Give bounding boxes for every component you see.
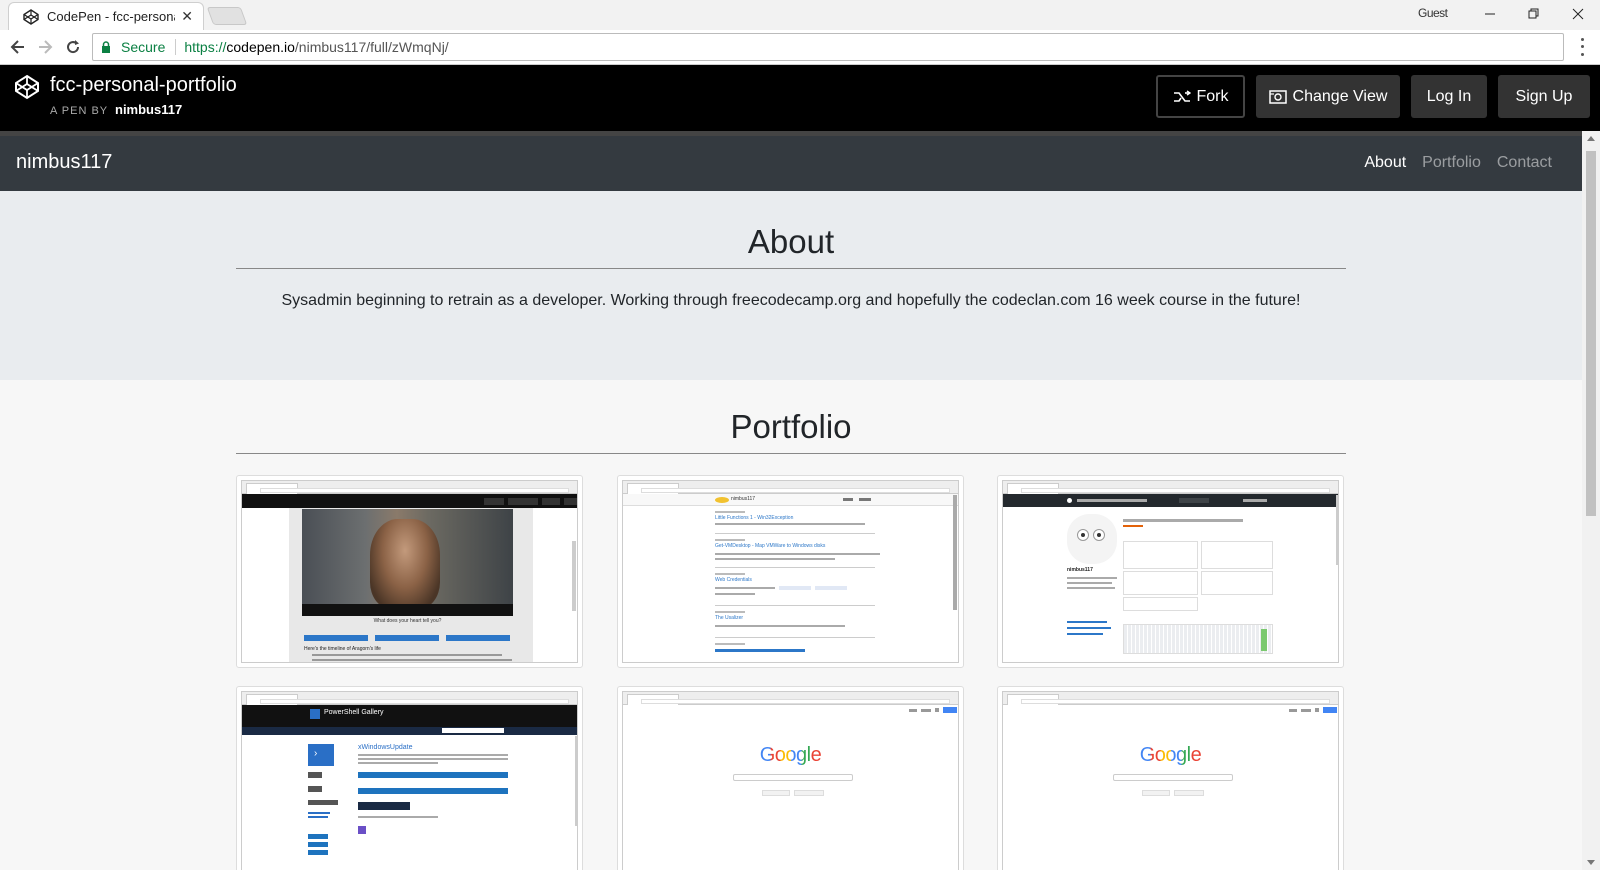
blog-post-title: The Usalizer xyxy=(715,615,744,621)
google-logo-text: Google xyxy=(759,744,822,766)
author-link[interactable]: nimbus117 xyxy=(115,102,182,117)
codepen-header: fcc-personal-portfolio A PEN BY nimbus11… xyxy=(0,65,1600,131)
google-logo-text: Google xyxy=(1139,744,1202,766)
browser-menu-icon[interactable] xyxy=(1574,36,1590,58)
portfolio-section: Portfolio What does your heart tell you?… xyxy=(0,380,1582,870)
pen-byline: A PEN BY nimbus117 xyxy=(50,102,182,117)
signup-button[interactable]: Sign Up xyxy=(1498,75,1590,118)
google-logo: Google xyxy=(1003,744,1338,767)
browser-tab[interactable]: CodePen - fcc-personal-portfolio ✕ xyxy=(8,2,204,30)
change-view-button[interactable]: Change View xyxy=(1256,75,1400,118)
byline-label: A PEN BY xyxy=(50,105,108,117)
portfolio-thumbnail: What does your heart tell you? Here's th… xyxy=(241,480,578,663)
browser-tab-bar: CodePen - fcc-personal-portfolio ✕ Guest xyxy=(0,0,1600,30)
minimize-icon[interactable] xyxy=(1468,2,1512,26)
url-protocol: https:// xyxy=(184,39,227,55)
tab-title: CodePen - fcc-personal-portfolio xyxy=(47,9,176,24)
google-logo: Google xyxy=(623,744,958,767)
fork-icon xyxy=(1173,89,1191,104)
lock-icon xyxy=(102,41,110,53)
profile-label[interactable]: Guest xyxy=(1418,6,1448,20)
new-tab-button[interactable] xyxy=(206,7,248,25)
url-input[interactable]: Secure https:// codepen.io /nimbus117/fu… xyxy=(92,33,1564,61)
portfolio-thumbnail: nimbus117 Little Functions 1 - Win32Exce… xyxy=(622,480,959,663)
nav-about[interactable]: About xyxy=(1364,154,1406,172)
scrollbar-thumb[interactable] xyxy=(1586,151,1596,516)
tribute-timeline: Here's the timeline of Aragorn's life xyxy=(304,646,381,652)
omnibox-divider xyxy=(175,39,177,55)
portfolio-card[interactable]: Google xyxy=(997,686,1344,870)
portfolio-thumbnail: PowerShell Gallery › xWindowsUpdate xyxy=(241,691,578,870)
portfolio-card[interactable]: nimbus117 Little Functions 1 - Win32Exce… xyxy=(617,475,964,668)
about-text: Sysadmin beginning to retrain as a devel… xyxy=(281,292,1301,309)
close-window-icon[interactable] xyxy=(1556,2,1600,26)
blog-post-title: Get-VMDesktop - Map VMWare to Windows di… xyxy=(715,543,826,549)
blog-brand: nimbus117 xyxy=(731,496,756,502)
pen-preview: nimbus117 About Portfolio Contact About … xyxy=(0,136,1582,870)
reload-icon[interactable] xyxy=(61,35,85,59)
portfolio-card[interactable]: PowerShell Gallery › xWindowsUpdate xyxy=(236,686,583,870)
tribute-caption: What does your heart tell you? xyxy=(373,618,442,624)
portfolio-rule xyxy=(236,453,1346,454)
login-button[interactable]: Log In xyxy=(1411,75,1487,118)
psg-title: PowerShell Gallery xyxy=(324,709,384,716)
address-bar-row: Secure https:// codepen.io /nimbus117/fu… xyxy=(0,30,1600,65)
psg-module-name: xWindowsUpdate xyxy=(358,744,413,751)
url-path: /nimbus117/full/zWmqNj/ xyxy=(294,39,449,55)
nav-portfolio[interactable]: Portfolio xyxy=(1422,154,1481,172)
view-icon xyxy=(1268,89,1287,104)
codepen-logo-icon[interactable] xyxy=(14,74,40,100)
portfolio-thumbnail: nimbus117 xyxy=(1002,480,1339,663)
site-navbar: nimbus117 About Portfolio Contact xyxy=(0,136,1582,191)
portfolio-thumbnail: Google xyxy=(622,691,959,870)
portfolio-card[interactable]: What does your heart tell you? Here's th… xyxy=(236,475,583,668)
about-rule xyxy=(236,268,1346,269)
scroll-down-icon[interactable] xyxy=(1587,860,1595,865)
blog-post-title: Web Credentials xyxy=(715,577,752,583)
back-arrow-icon[interactable] xyxy=(6,35,30,59)
restore-icon[interactable] xyxy=(1512,2,1556,26)
about-title: About xyxy=(747,223,835,260)
pen-title[interactable]: fcc-personal-portfolio xyxy=(50,74,237,97)
secure-label: Secure xyxy=(121,39,166,55)
page-scrollbar[interactable] xyxy=(1582,131,1600,870)
nav-contact[interactable]: Contact xyxy=(1497,154,1552,172)
portfolio-card[interactable]: nimbus117 xyxy=(997,475,1344,668)
site-brand[interactable]: nimbus117 xyxy=(16,151,112,174)
scroll-up-icon[interactable] xyxy=(1587,136,1595,141)
url-host: codepen.io xyxy=(226,39,295,55)
portfolio-title: Portfolio xyxy=(730,408,852,445)
portfolio-thumbnail: Google xyxy=(1002,691,1339,870)
github-username: nimbus117 xyxy=(1067,567,1093,573)
fork-label: Fork xyxy=(1196,87,1229,105)
blog-post-title: Little Functions 1 - Win32Exception xyxy=(715,515,794,521)
change-view-label: Change View xyxy=(1292,87,1388,105)
portfolio-card[interactable]: Google xyxy=(617,686,964,870)
site-nav-links: About Portfolio Contact xyxy=(1364,154,1552,172)
forward-arrow-icon[interactable] xyxy=(33,35,57,59)
codepen-favicon-icon xyxy=(23,8,39,25)
tab-close-icon[interactable]: ✕ xyxy=(181,8,193,25)
fork-button[interactable]: Fork xyxy=(1156,75,1245,118)
about-section: About Sysadmin beginning to retrain as a… xyxy=(0,191,1582,380)
